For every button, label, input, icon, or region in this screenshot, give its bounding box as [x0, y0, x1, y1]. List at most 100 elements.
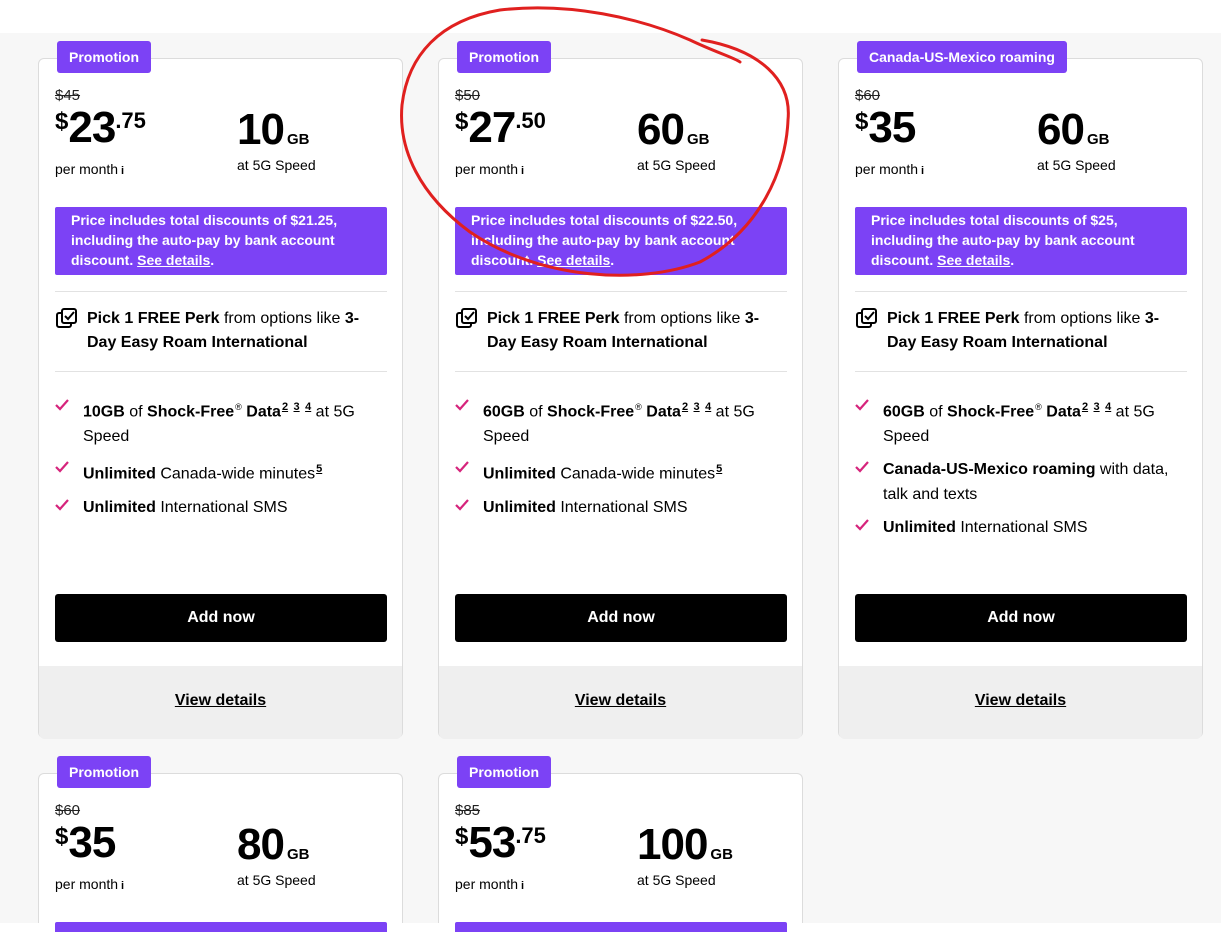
original-price: $45: [55, 87, 81, 104]
per-month-text: per month: [55, 876, 119, 892]
feature-item: Unlimited Canada-wide minutes5: [55, 457, 387, 486]
footnote-link[interactable]: 3: [1094, 401, 1100, 413]
feature-item: Unlimited Canada-wide minutes5: [455, 457, 787, 486]
promotion-badge: Promotion: [57, 756, 151, 788]
data-amount: 100 GB: [637, 823, 733, 867]
view-details-link[interactable]: View details: [439, 692, 802, 710]
per-month-label: per month i: [55, 161, 124, 177]
checkbox-check-icon: [856, 308, 877, 328]
price-cents: .50: [515, 108, 546, 133]
speed-label: at 5G Speed: [637, 872, 716, 888]
info-icon[interactable]: i: [521, 165, 524, 177]
divider: [855, 291, 1187, 292]
per-month-text: per month: [55, 161, 119, 177]
price-dollars: 35: [68, 818, 116, 867]
speed-label: at 5G Speed: [1037, 157, 1116, 173]
checkmark-icon: [55, 399, 69, 411]
checkmark-icon: [855, 399, 869, 411]
feature-list: 60GB of Shock-Free® Data2 3 4 at 5G Spee…: [855, 395, 1187, 548]
add-now-button[interactable]: Add now: [855, 594, 1187, 642]
per-month-label: per month i: [855, 161, 924, 177]
per-month-label: per month i: [455, 876, 524, 892]
divider: [55, 371, 387, 372]
price-dollars: 53: [468, 818, 516, 867]
footnote-link[interactable]: 5: [316, 463, 322, 475]
currency-symbol: $: [855, 108, 869, 135]
divider: [455, 291, 787, 292]
info-icon[interactable]: i: [121, 880, 124, 892]
checkbox-check-icon: [456, 308, 477, 328]
per-month-label: per month i: [455, 161, 524, 177]
data-number: 60: [637, 105, 685, 154]
card-footer: View details: [439, 666, 802, 739]
per-month-label: per month i: [55, 876, 124, 892]
currency-symbol: $: [455, 108, 469, 135]
discount-banner: Price includes total discounts of $21.25…: [55, 207, 387, 275]
original-price: $60: [855, 87, 881, 104]
data-amount: 60 GB: [637, 108, 709, 152]
footnote-link[interactable]: 2: [282, 401, 288, 413]
see-details-link[interactable]: See details: [537, 252, 610, 268]
original-price: $85: [455, 802, 481, 819]
feature-list: 60GB of Shock-Free® Data2 3 4 at 5G Spee…: [455, 395, 787, 528]
data-number: 80: [237, 820, 285, 869]
footnote-link[interactable]: 2: [1082, 401, 1088, 413]
price-cents: .75: [115, 108, 146, 133]
discount-banner: [55, 922, 387, 932]
perk-row: Pick 1 FREE Perk from options like 3-Day…: [855, 307, 1187, 355]
feature-item: 10GB of Shock-Free® Data2 3 4 at 5G Spee…: [55, 395, 387, 449]
promotion-badge: Promotion: [57, 41, 151, 73]
info-icon[interactable]: i: [121, 165, 124, 177]
card-footer: View details: [839, 666, 1202, 739]
perk-row: Pick 1 FREE Perk from options like 3-Day…: [55, 307, 387, 355]
info-icon[interactable]: i: [521, 880, 524, 892]
promotion-badge: Promotion: [457, 756, 551, 788]
feature-item: 60GB of Shock-Free® Data2 3 4 at 5G Spee…: [855, 395, 1187, 449]
view-details-link[interactable]: View details: [39, 692, 402, 710]
currency-symbol: $: [455, 823, 469, 850]
checkmark-icon: [455, 399, 469, 411]
original-price: $60: [55, 802, 81, 819]
data-amount: 10 GB: [237, 108, 309, 152]
view-details-link[interactable]: View details: [839, 692, 1202, 710]
data-amount: 60 GB: [1037, 108, 1109, 152]
feature-item: Unlimited International SMS: [55, 495, 387, 520]
footnote-link[interactable]: 3: [694, 401, 700, 413]
add-now-button[interactable]: Add now: [455, 594, 787, 642]
footnote-link[interactable]: 3: [294, 401, 300, 413]
add-now-button[interactable]: Add now: [55, 594, 387, 642]
checkmark-icon: [55, 461, 69, 473]
feature-item: Unlimited International SMS: [855, 515, 1187, 540]
speed-label: at 5G Speed: [237, 157, 316, 173]
divider: [855, 371, 1187, 372]
price-dollars: 27: [468, 103, 516, 152]
footnote-link[interactable]: 5: [716, 463, 722, 475]
checkmark-icon: [855, 519, 869, 531]
price-dollars: 23: [68, 103, 116, 152]
data-unit: GB: [286, 846, 310, 863]
promotion-badge: Promotion: [457, 41, 551, 73]
discount-end: .: [610, 252, 615, 268]
sale-price: $23.75: [55, 106, 146, 150]
plan-card-60gb: Promotion $50 $27.50 per month i 60 GB at …: [438, 41, 803, 739]
footnote-link[interactable]: 2: [682, 401, 688, 413]
data-unit: GB: [686, 131, 710, 148]
discount-banner: Price includes total discounts of $25, i…: [855, 207, 1187, 275]
price-dollars: 35: [868, 103, 916, 152]
checkmark-icon: [855, 461, 869, 473]
see-details-link[interactable]: See details: [137, 252, 210, 268]
see-details-link[interactable]: See details: [937, 252, 1010, 268]
feature-item: Canada-US-Mexico roaming with data, talk…: [855, 457, 1187, 507]
info-icon[interactable]: i: [921, 165, 924, 177]
checkmark-icon: [455, 498, 469, 511]
plan-card-10gb: Promotion $45 $23.75 per month i 10 GB at …: [38, 41, 403, 739]
discount-end: .: [1010, 252, 1015, 268]
currency-symbol: $: [55, 823, 69, 850]
card-footer: View details: [39, 666, 402, 739]
data-unit: GB: [1086, 131, 1110, 148]
perk-text: Pick 1 FREE Perk from options like 3-Day…: [487, 310, 760, 351]
roaming-badge: Canada-US-Mexico roaming: [857, 41, 1067, 73]
original-price: $50: [455, 87, 481, 104]
checkmark-icon: [455, 461, 469, 473]
perk-text: Pick 1 FREE Perk from options like 3-Day…: [87, 310, 360, 351]
